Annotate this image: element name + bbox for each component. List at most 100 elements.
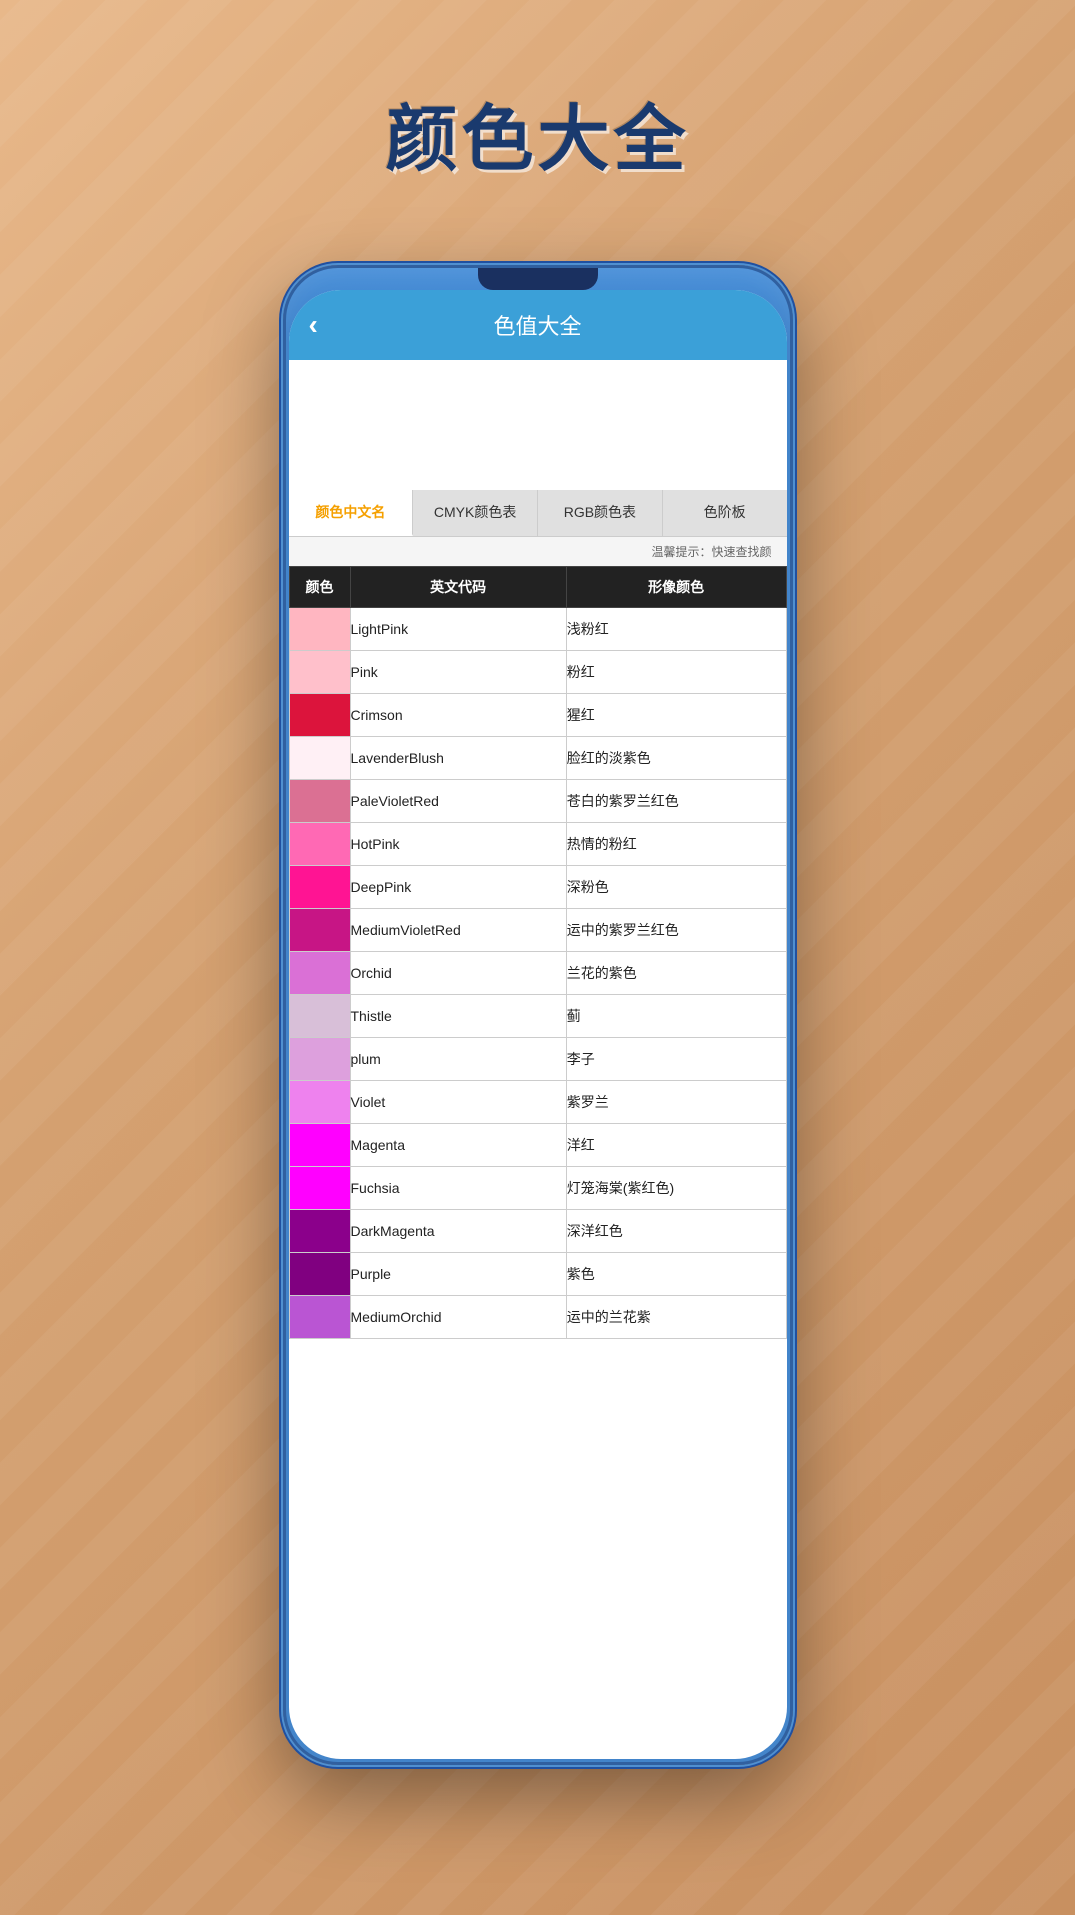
page-title: 颜色大全: [385, 80, 689, 185]
color-table-wrapper: 颜色 英文代码 形像颜色 LightPink浅粉红Pink粉红Crimson猩红…: [289, 566, 787, 1759]
table-row[interactable]: Fuchsia灯笼海棠(紫红色): [289, 1167, 786, 1210]
color-chinese-name: 紫罗兰: [566, 1081, 786, 1124]
volume-button: [283, 468, 286, 528]
table-row[interactable]: Orchid兰花的紫色: [289, 952, 786, 995]
table-row[interactable]: Thistle蓟: [289, 995, 786, 1038]
color-swatch: [290, 995, 350, 1037]
color-swatch: [290, 651, 350, 693]
header-bar: ‹ 色值大全: [289, 290, 787, 360]
color-chinese-name: 兰花的紫色: [566, 952, 786, 995]
color-english-name: Violet: [350, 1081, 566, 1124]
color-chinese-name: 运中的兰花紫: [566, 1296, 786, 1339]
color-swatch-cell: [289, 694, 350, 737]
color-swatch-cell: [289, 1253, 350, 1296]
table-row[interactable]: Purple紫色: [289, 1253, 786, 1296]
color-swatch: [290, 694, 350, 736]
table-row[interactable]: Crimson猩红: [289, 694, 786, 737]
color-chinese-name: 热情的粉红: [566, 823, 786, 866]
color-english-name: Purple: [350, 1253, 566, 1296]
color-swatch: [290, 737, 350, 779]
color-swatch: [290, 866, 350, 908]
color-swatch-cell: [289, 1167, 350, 1210]
banner-area: [289, 360, 787, 490]
color-swatch: [290, 1167, 350, 1209]
color-swatch-cell: [289, 909, 350, 952]
phone-frame: ‹ 色值大全 颜色中文名 CMYK颜色表 RGB颜色表 色阶板 温馨提示：快速查…: [283, 265, 793, 1765]
table-row[interactable]: DeepPink深粉色: [289, 866, 786, 909]
color-chinese-name: 猩红: [566, 694, 786, 737]
tab-chinese-name[interactable]: 颜色中文名: [289, 490, 414, 536]
color-english-name: Magenta: [350, 1124, 566, 1167]
power-button: [790, 448, 793, 528]
color-swatch: [290, 1296, 350, 1338]
color-english-name: HotPink: [350, 823, 566, 866]
header-title: 色值大全: [493, 309, 581, 341]
color-english-name: Crimson: [350, 694, 566, 737]
tab-gradient[interactable]: 色阶板: [663, 490, 787, 536]
col-header-name: 英文代码: [350, 567, 566, 608]
color-swatch: [290, 1081, 350, 1123]
color-english-name: DeepPink: [350, 866, 566, 909]
color-swatch: [290, 608, 350, 650]
color-swatch: [290, 952, 350, 994]
col-header-chinese: 形像颜色: [566, 567, 786, 608]
hint-text: 温馨提示：快速查找颜: [289, 537, 787, 566]
color-chinese-name: 深洋红色: [566, 1210, 786, 1253]
color-swatch-cell: [289, 823, 350, 866]
color-swatch: [290, 1253, 350, 1295]
color-english-name: PaleVioletRed: [350, 780, 566, 823]
color-english-name: Pink: [350, 651, 566, 694]
color-chinese-name: 深粉色: [566, 866, 786, 909]
color-swatch: [290, 1124, 350, 1166]
color-swatch-cell: [289, 1081, 350, 1124]
table-row[interactable]: LavenderBlush脸红的淡紫色: [289, 737, 786, 780]
table-row[interactable]: MediumOrchid运中的兰花紫: [289, 1296, 786, 1339]
color-chinese-name: 蓟: [566, 995, 786, 1038]
table-row[interactable]: plum李子: [289, 1038, 786, 1081]
back-button[interactable]: ‹: [309, 309, 318, 341]
table-row[interactable]: PaleVioletRed苍白的紫罗兰红色: [289, 780, 786, 823]
color-swatch: [290, 909, 350, 951]
table-row[interactable]: Magenta洋红: [289, 1124, 786, 1167]
color-english-name: plum: [350, 1038, 566, 1081]
phone-notch: [478, 268, 598, 290]
color-english-name: DarkMagenta: [350, 1210, 566, 1253]
color-swatch: [290, 1038, 350, 1080]
color-english-name: MediumVioletRed: [350, 909, 566, 952]
color-swatch-cell: [289, 952, 350, 995]
color-chinese-name: 脸红的淡紫色: [566, 737, 786, 780]
color-english-name: Thistle: [350, 995, 566, 1038]
table-row[interactable]: MediumVioletRed运中的紫罗兰红色: [289, 909, 786, 952]
color-swatch-cell: [289, 651, 350, 694]
color-swatch-cell: [289, 1124, 350, 1167]
color-swatch-cell: [289, 608, 350, 651]
table-row[interactable]: Pink粉红: [289, 651, 786, 694]
color-chinese-name: 紫色: [566, 1253, 786, 1296]
color-swatch-cell: [289, 1296, 350, 1339]
color-swatch: [290, 823, 350, 865]
table-row[interactable]: Violet紫罗兰: [289, 1081, 786, 1124]
color-swatch-cell: [289, 1210, 350, 1253]
color-swatch-cell: [289, 1038, 350, 1081]
color-swatch: [290, 1210, 350, 1252]
color-chinese-name: 运中的紫罗兰红色: [566, 909, 786, 952]
color-chinese-name: 浅粉红: [566, 608, 786, 651]
tab-cmyk[interactable]: CMYK颜色表: [413, 490, 538, 536]
col-header-color: 颜色: [289, 567, 350, 608]
table-row[interactable]: HotPink热情的粉红: [289, 823, 786, 866]
color-chinese-name: 苍白的紫罗兰红色: [566, 780, 786, 823]
color-swatch-cell: [289, 866, 350, 909]
color-swatch: [290, 780, 350, 822]
color-swatch-cell: [289, 737, 350, 780]
color-english-name: MediumOrchid: [350, 1296, 566, 1339]
table-row[interactable]: DarkMagenta深洋红色: [289, 1210, 786, 1253]
color-swatch-cell: [289, 780, 350, 823]
color-chinese-name: 洋红: [566, 1124, 786, 1167]
tab-bar: 颜色中文名 CMYK颜色表 RGB颜色表 色阶板: [289, 490, 787, 537]
color-table: 颜色 英文代码 形像颜色 LightPink浅粉红Pink粉红Crimson猩红…: [289, 566, 787, 1339]
table-row[interactable]: LightPink浅粉红: [289, 608, 786, 651]
color-english-name: Orchid: [350, 952, 566, 995]
color-chinese-name: 粉红: [566, 651, 786, 694]
tab-rgb[interactable]: RGB颜色表: [538, 490, 663, 536]
color-swatch-cell: [289, 995, 350, 1038]
